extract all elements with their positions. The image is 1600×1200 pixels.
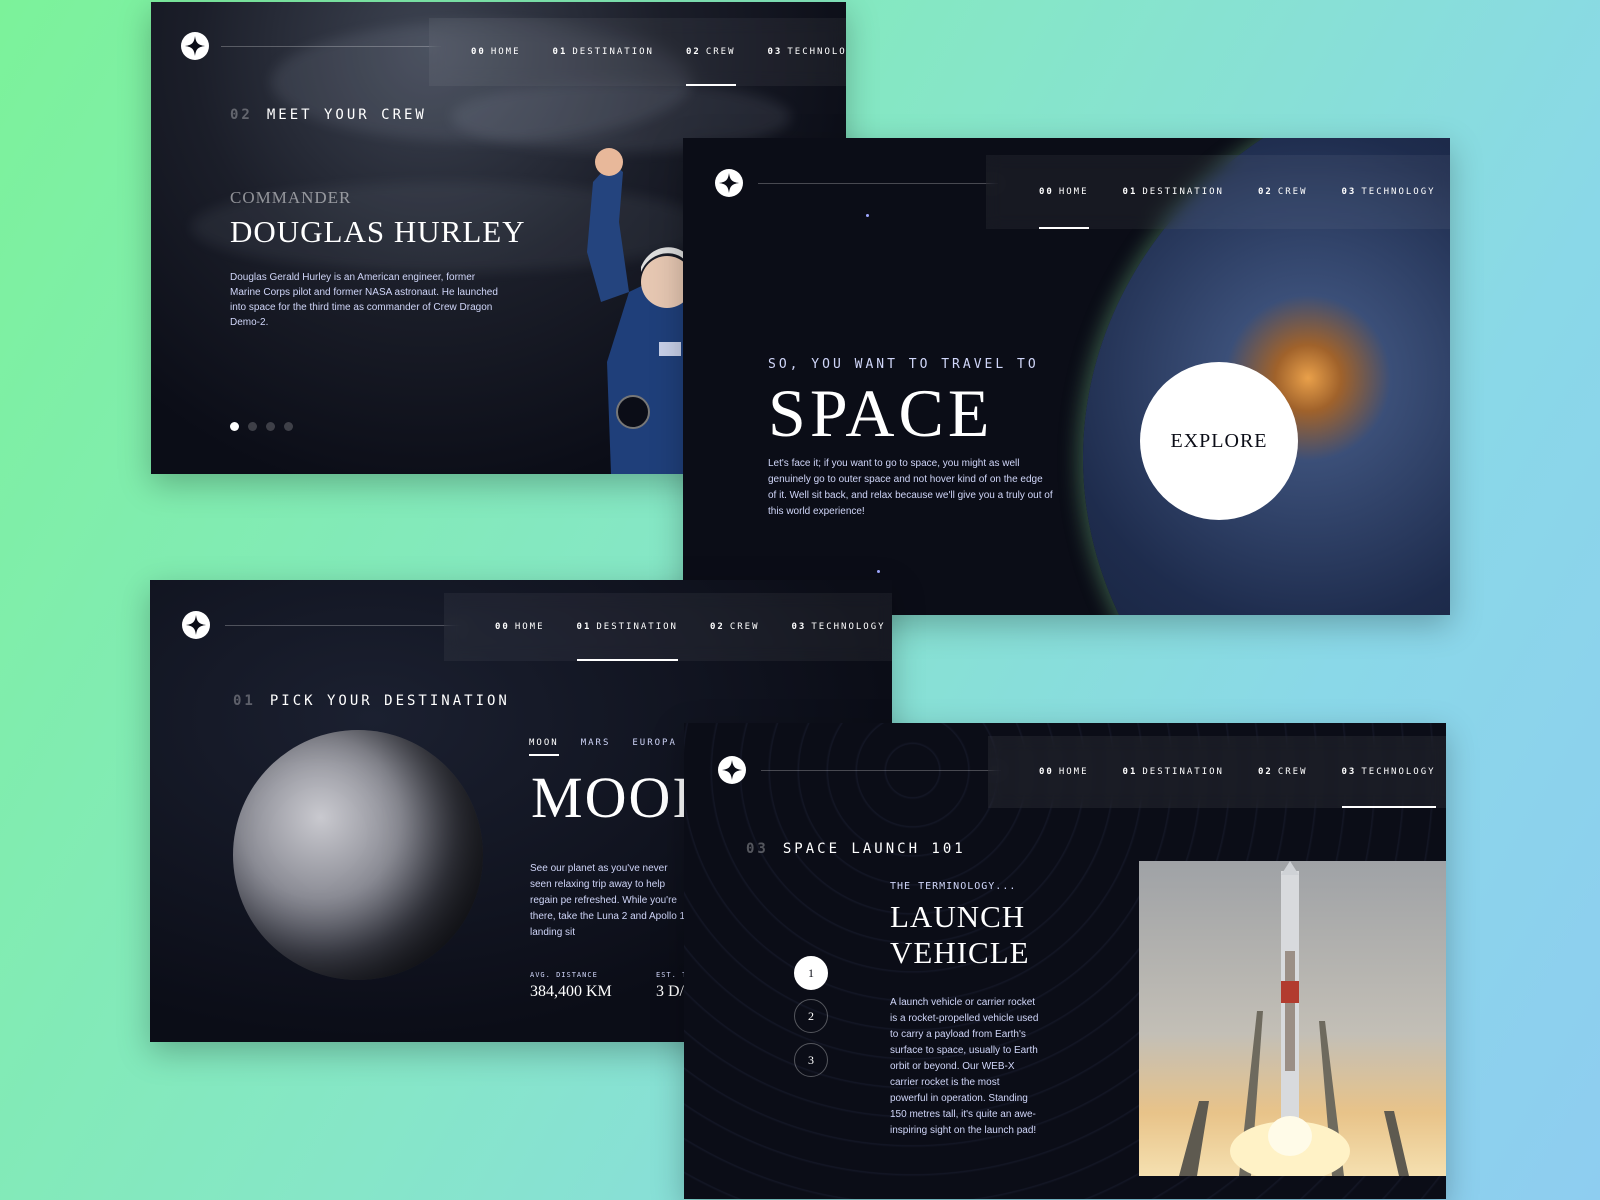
home-body: Let's face it; if you want to go to spac… [768, 458, 1053, 517]
nav-divider [221, 46, 441, 47]
technology-title-line2: VEHICLE [890, 935, 1030, 970]
nav-home[interactable]: 00 HOME [471, 18, 521, 86]
crew-name: DOUGLAS HURLEY [230, 214, 526, 249]
nav-divider [758, 183, 998, 184]
nav-technology[interactable]: 03TECHNOLOGY [1342, 155, 1436, 229]
home-subtitle: SO, YOU WANT TO TRAVEL TO [768, 357, 1039, 372]
nav-home[interactable]: 00 HOME [495, 593, 545, 661]
explore-button[interactable]: EXPLORE [1140, 362, 1298, 520]
tab-moon[interactable]: MOON [529, 738, 559, 756]
tab-europa[interactable]: EUROPA [632, 738, 677, 756]
crew-eyebrow: 02 MEET YOUR CREW [230, 107, 427, 123]
slider-dot-4[interactable] [284, 422, 293, 431]
nav-home[interactable]: 00 HOME [1039, 736, 1089, 808]
slider-dot-1[interactable] [230, 422, 239, 431]
nav-crew[interactable]: 02 CREW [1258, 155, 1308, 229]
slider-dot-2[interactable] [248, 422, 257, 431]
destination-body: See our planet as you've never seen rela… [530, 863, 690, 938]
technology-eyebrow: 03 SPACE LAUNCH 101 [746, 841, 966, 857]
nav-technology[interactable]: 03TECHNOLOGY [1341, 736, 1436, 808]
nav-crew[interactable]: 02 CREW [710, 593, 760, 661]
logo-star-icon[interactable] [715, 169, 743, 197]
home-title: SPACE [768, 375, 994, 451]
step-3-button[interactable]: 3 [794, 1043, 828, 1077]
crew-role: COMMANDER [230, 188, 352, 207]
nav-destination[interactable]: 01 DESTINATION [1123, 155, 1224, 229]
nav-destination[interactable]: 01 DESTINATION [1123, 736, 1224, 808]
main-nav: 00HOME 01DESTINATION 02CREW 03TECHNOLOGY [429, 18, 846, 86]
step-1-button[interactable]: 1 [794, 956, 828, 990]
technology-title: LAUNCH VEHICLE [890, 899, 1030, 971]
rocket-launch-image [1139, 861, 1446, 1176]
technology-title-line1: LAUNCH [890, 899, 1026, 934]
technology-body: A launch vehicle or carrier rocket is a … [890, 997, 1039, 1136]
nav-destination[interactable]: 01 DESTINATION [553, 18, 654, 86]
nav-home[interactable]: 00 HOME [1039, 155, 1089, 229]
destination-title: MOOI [531, 765, 694, 830]
distance-value: 384,400 KM [530, 983, 612, 1000]
nav-destination[interactable]: 01 DESTINATION [576, 593, 679, 661]
travel-value: 3 D/ [656, 983, 684, 1000]
logo-star-icon[interactable] [182, 611, 210, 639]
slider-dot-3[interactable] [266, 422, 275, 431]
nav-crew[interactable]: 02 CREW [685, 18, 736, 86]
nav-technology[interactable]: 03TECHNOLOGY [768, 18, 846, 86]
step-2-button[interactable]: 2 [794, 999, 828, 1033]
nav-divider [761, 770, 1001, 771]
nav-divider [225, 625, 465, 626]
crew-slider-dots [230, 422, 293, 431]
main-nav: 00HOME 01DESTINATION 02CREW 03TECHNOLOGY [988, 736, 1446, 808]
main-nav: 00HOME 01DESTINATION 02CREW 03TECHNOLOGY [986, 155, 1450, 229]
star-decor [877, 570, 880, 573]
crew-bio: Douglas Gerald Hurley is an American eng… [230, 272, 498, 328]
distance-label: AVG. DISTANCE [530, 971, 598, 979]
star-decor [866, 214, 869, 217]
nav-technology[interactable]: 03TECHNOLOGY [792, 593, 886, 661]
logo-star-icon[interactable] [718, 756, 746, 784]
main-nav: 00HOME 01DESTINATION 02CREW 03TECHNOLOGY [444, 593, 892, 661]
nav-crew[interactable]: 02 CREW [1258, 736, 1308, 808]
destination-eyebrow: 01 PICK YOUR DESTINATION [233, 693, 510, 709]
astronaut-image [587, 148, 691, 474]
home-page-panel: 00 HOME 01 DESTINATION 02 CREW 03 TECHNOLOGY… [683, 138, 1450, 615]
technology-page-panel: 00 HOME 01 DESTINATION 02 CREW 03 TECHNOLOGY… [684, 723, 1446, 1199]
tab-mars[interactable]: MARS [581, 738, 611, 756]
moon-image [233, 730, 483, 980]
technology-kicker: THE TERMINOLOGY... [890, 881, 1017, 892]
logo-star-icon[interactable] [181, 32, 209, 60]
